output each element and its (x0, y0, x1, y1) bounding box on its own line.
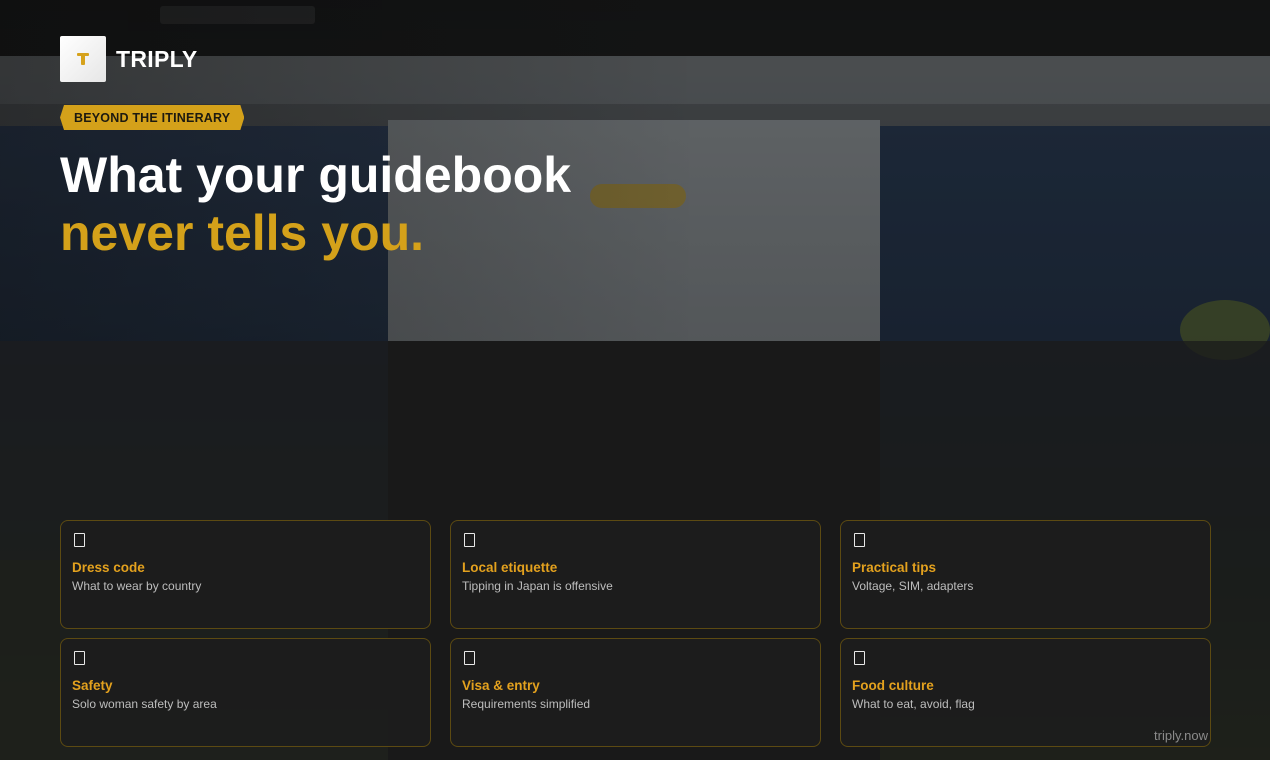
feature-card-dress-code[interactable]: Dress code What to wear by country (60, 520, 431, 629)
feature-desc: Solo woman safety by area (72, 697, 217, 711)
headline-line-2: never tells you. (60, 205, 425, 261)
logo-mark (76, 52, 90, 66)
feature-card-local-etiquette[interactable]: Local etiquette Tipping in Japan is offe… (450, 520, 821, 629)
feature-title: Practical tips (852, 560, 937, 575)
feature-grid: Dress code What to wear by country Local… (60, 520, 1211, 747)
feature-desc: What to eat, avoid, flag (852, 697, 975, 711)
feature-title: Dress code (72, 560, 145, 575)
document-icon (464, 533, 475, 547)
document-icon (74, 533, 85, 547)
feature-desc: Tipping in Japan is offensive (462, 579, 613, 593)
feature-title: Visa & entry (462, 678, 540, 693)
brand-name: TRIPLY (116, 45, 198, 72)
document-icon (74, 651, 85, 665)
feature-title: Food culture (852, 678, 934, 693)
feature-card-practical-tips[interactable]: Practical tips Voltage, SIM, adapters (840, 520, 1211, 629)
feature-card-safety[interactable]: Safety Solo woman safety by area (60, 638, 431, 747)
brand[interactable]: TRIPLY (60, 36, 197, 82)
feature-card-visa-entry[interactable]: Visa & entry Requirements simplified (450, 638, 821, 747)
t-logo-icon (60, 36, 106, 82)
feature-desc: What to wear by country (72, 579, 202, 593)
document-icon (464, 651, 475, 665)
hero-badge: BEYOND THE ITINERARY (60, 105, 244, 130)
feature-desc: Requirements simplified (462, 697, 591, 711)
feature-title: Safety (72, 678, 113, 693)
headline-line-1: What your guidebook (60, 147, 572, 203)
document-icon (854, 533, 865, 547)
feature-desc: Voltage, SIM, adapters (852, 579, 974, 593)
document-icon (854, 651, 865, 665)
feature-title: Local etiquette (462, 560, 558, 575)
hero-headline: What your guidebook never tells you. (60, 146, 571, 262)
footer-url[interactable]: triply.now (1154, 728, 1208, 743)
